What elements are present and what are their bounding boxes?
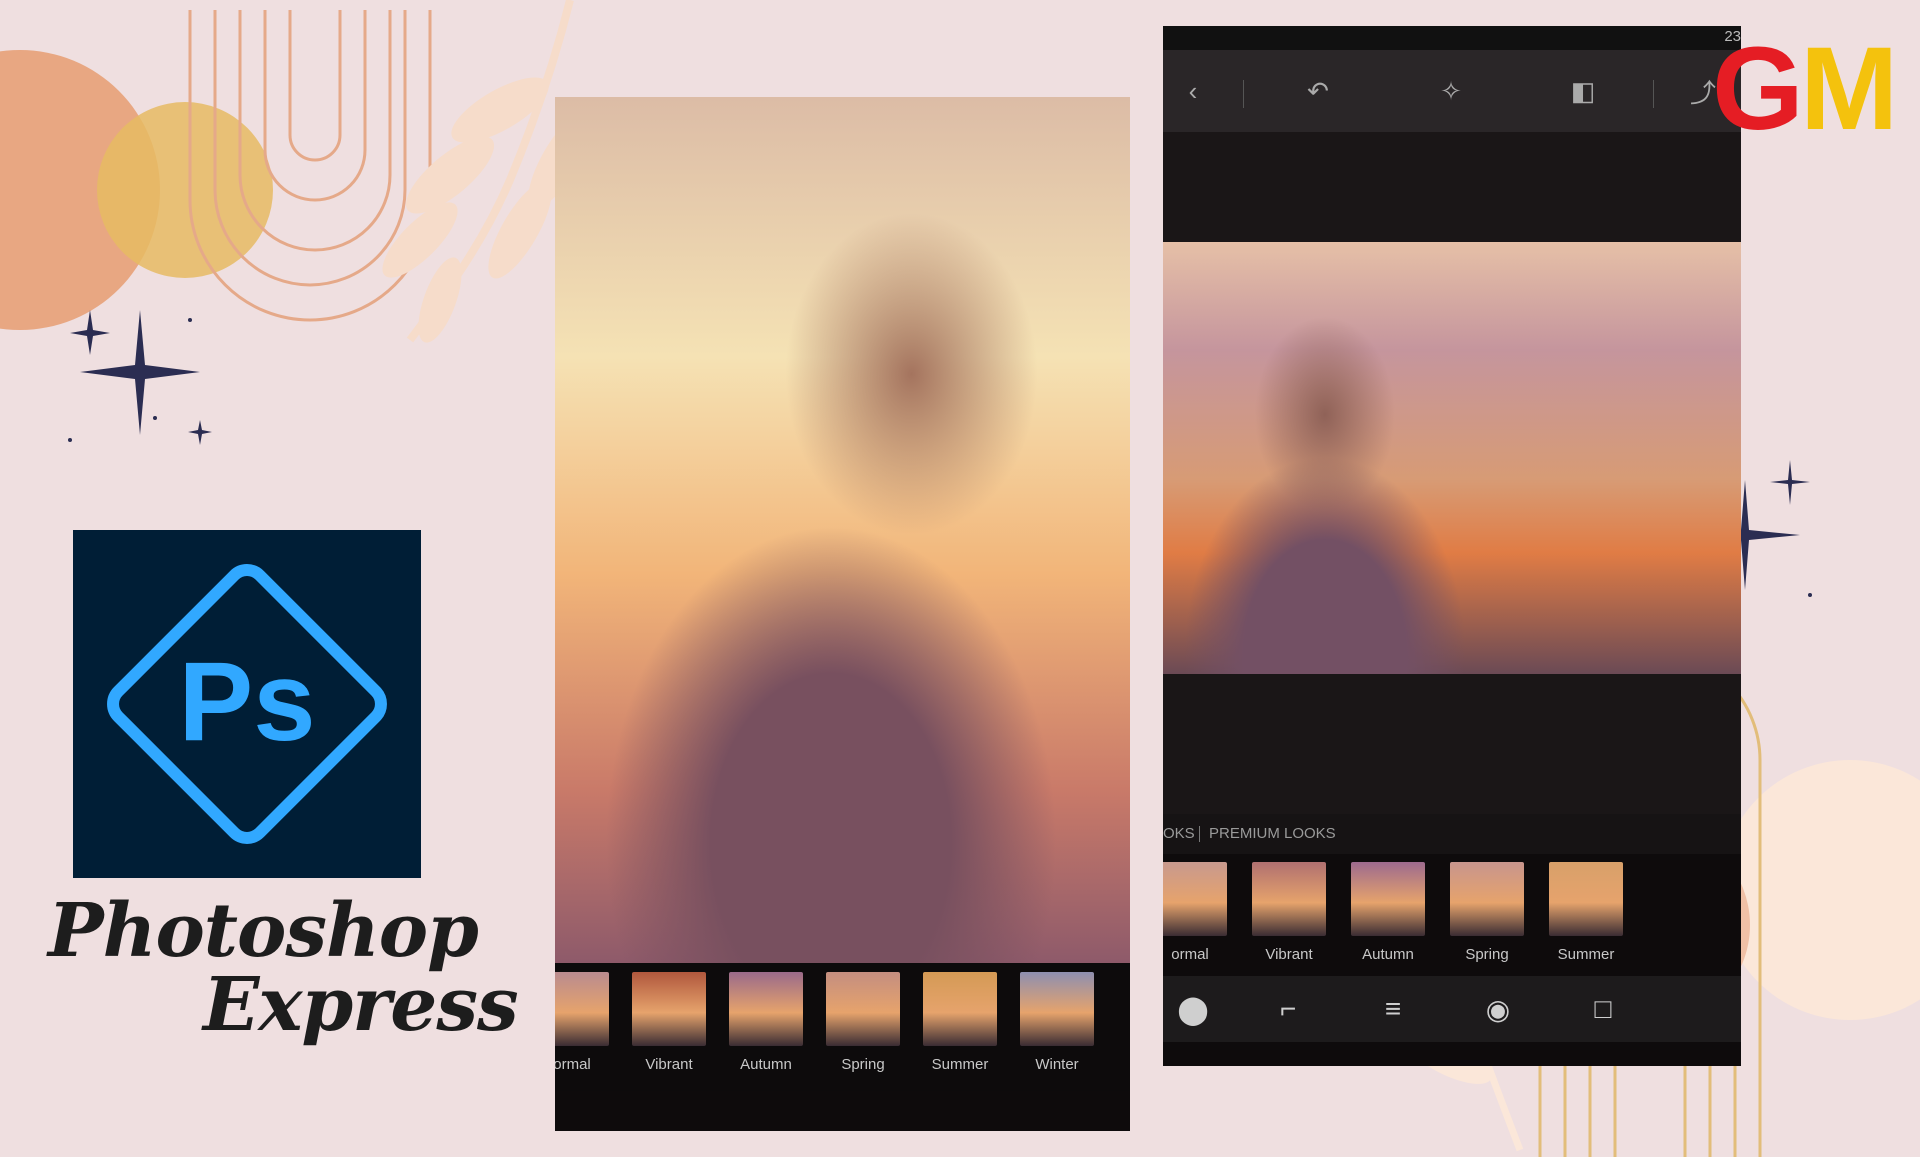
eye-icon[interactable]: ◉ xyxy=(1468,986,1528,1032)
tab-looks[interactable]: OKS xyxy=(1163,825,1195,842)
phone-screen-left: ormal Vibrant Autumn Spring Summer Winter xyxy=(555,97,1130,1131)
brand-title-line2: Express xyxy=(203,962,519,1048)
edited-photo xyxy=(555,97,1130,963)
bottom-toolbar: ⬤ ⌐ ≡ ◉ □ xyxy=(1163,976,1741,1042)
filter-thumbnail[interactable] xyxy=(1549,862,1623,936)
filter-thumbnail[interactable] xyxy=(923,972,997,1046)
canvas-area-top xyxy=(1163,132,1741,242)
filter-label: ormal xyxy=(1171,946,1209,963)
gm-watermark-logo: G M xyxy=(1712,30,1902,148)
filter-thumbnail[interactable] xyxy=(826,972,900,1046)
filter-thumbnail[interactable] xyxy=(1163,862,1227,936)
ps-logo-text: Ps xyxy=(179,639,316,764)
compare-icon[interactable]: ◧ xyxy=(1553,50,1613,132)
gm-logo-m: M xyxy=(1800,23,1899,155)
filter-label: Winter xyxy=(1035,1056,1079,1073)
filter-thumbnail[interactable] xyxy=(1020,972,1094,1046)
status-bar: 23 xyxy=(1163,26,1741,50)
sparkles-left xyxy=(68,310,212,445)
filter-label: Autumn xyxy=(740,1056,792,1073)
crop-icon[interactable]: ⌐ xyxy=(1258,986,1318,1032)
filter-thumbnail[interactable] xyxy=(1252,862,1326,936)
decor-left-top xyxy=(0,0,592,343)
filter-label: Autumn xyxy=(1362,946,1414,963)
filter-thumbnail[interactable] xyxy=(555,972,609,1046)
tab-divider xyxy=(1199,826,1200,842)
toolbar-divider xyxy=(1653,80,1654,108)
toolbar-divider xyxy=(1243,80,1244,108)
tab-premium-looks[interactable]: PREMIUM LOOKS xyxy=(1209,825,1336,842)
magic-wand-icon[interactable]: ✧ xyxy=(1421,50,1481,132)
back-icon[interactable]: ‹ xyxy=(1163,50,1223,132)
filter-label: Summer xyxy=(931,1056,989,1073)
nav-dots xyxy=(555,1097,1130,1127)
editor-toolbar: ‹ ↶ ✧ ◧ ⤴ xyxy=(1163,50,1741,132)
filter-label: Spring xyxy=(1465,946,1509,963)
canvas-area-bottom xyxy=(1163,674,1741,814)
phone-screen-right: 23 ‹ ↶ ✧ ◧ ⤴ OKS PREMIUM LOOKS ormal Vibr… xyxy=(1163,26,1741,1066)
edited-photo-preview xyxy=(1163,242,1741,674)
filter-thumbnail[interactable] xyxy=(632,972,706,1046)
filter-thumbnail[interactable] xyxy=(1351,862,1425,936)
filter-thumbnail[interactable] xyxy=(729,972,803,1046)
filter-thumbnail[interactable] xyxy=(1450,862,1524,936)
gm-logo-g: G xyxy=(1712,23,1804,155)
photoshop-express-logo: Ps xyxy=(73,530,421,878)
looks-icon[interactable]: ⬤ xyxy=(1163,986,1223,1032)
filter-label: Vibrant xyxy=(645,1056,693,1073)
undo-icon[interactable]: ↶ xyxy=(1288,50,1348,132)
filter-label: Vibrant xyxy=(1265,946,1313,963)
filter-label: Spring xyxy=(841,1056,885,1073)
filter-label: ormal xyxy=(555,1056,591,1073)
frame-icon[interactable]: □ xyxy=(1573,986,1633,1032)
filter-label: Summer xyxy=(1557,946,1615,963)
looks-tabs: OKS PREMIUM LOOKS xyxy=(1163,814,1741,854)
adjust-icon[interactable]: ≡ xyxy=(1363,986,1423,1032)
